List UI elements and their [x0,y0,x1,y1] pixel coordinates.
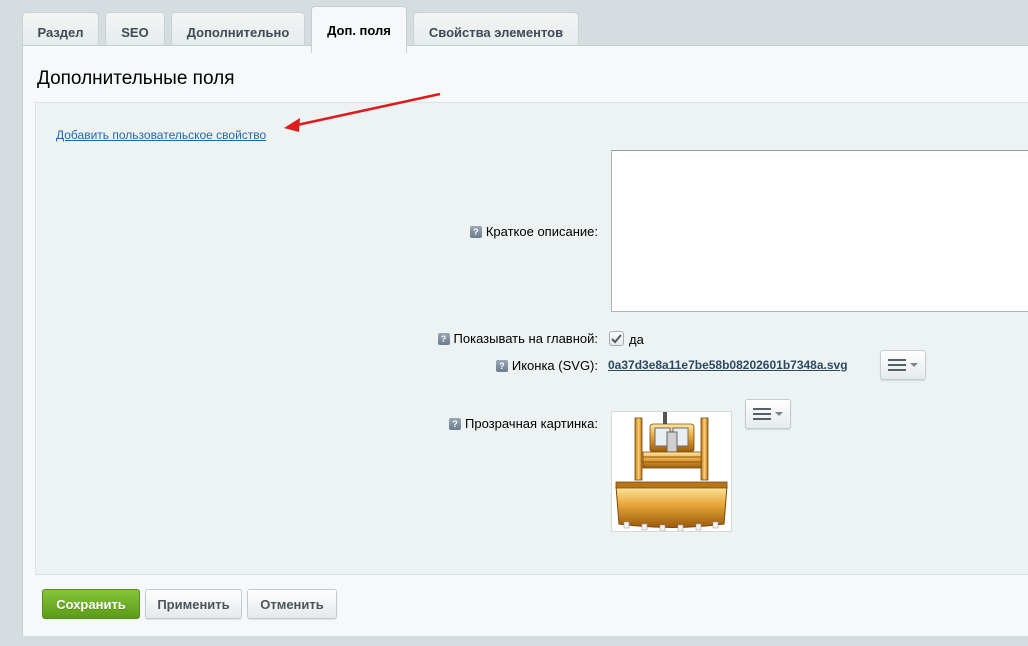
main-panel: Дополнительные поля Добавить пользовател… [22,45,1028,636]
short-description-textarea[interactable] [611,150,1028,312]
cancel-button[interactable]: Отменить [247,589,337,619]
help-icon[interactable]: ? [449,417,462,430]
transparent-image-menu-button[interactable] [745,399,791,429]
transparent-image-preview[interactable] [611,411,732,532]
field-label: Показывать на главной: [453,331,598,346]
menu-icon [753,408,771,420]
tab-label: Дополнительно [186,25,290,40]
help-icon[interactable]: ? [495,359,508,372]
tab-label: Раздел [37,25,84,40]
show-on-main-label: ? Показывать на главной: [437,331,598,346]
transparent-image-label: ? Прозрачная картинка: [449,416,598,431]
tab-label: SEO [121,25,149,40]
checkbox-yes-label: да [629,332,644,347]
tab-extra-fields[interactable]: Доп. поля [311,6,407,53]
field-label: Прозрачная картинка: [465,416,598,431]
field-label: Краткое описание: [485,224,598,239]
show-on-main-checkbox[interactable] [609,331,624,346]
add-custom-property-link[interactable]: Добавить пользовательское свойство [56,128,266,142]
chevron-down-icon [775,412,783,416]
checkmark-icon [611,333,622,343]
page-title: Дополнительные поля [37,68,235,89]
field-label: Иконка (SVG): [511,358,598,373]
save-button[interactable]: Сохранить [42,589,140,619]
icon-svg-menu-button[interactable] [880,350,926,380]
icon-svg-file-link[interactable]: 0a37d3e8a11e7be58b08202601b7348a.svg [608,358,848,372]
help-icon[interactable]: ? [469,225,482,238]
short-description-label: ? Краткое описание: [469,224,598,239]
tab-label: Свойства элементов [428,25,564,40]
help-icon[interactable]: ? [437,332,450,345]
fields-section: Добавить пользовательское свойство ? Кра… [35,102,1028,575]
icon-svg-label: ? Иконка (SVG): [495,358,598,373]
apply-button[interactable]: Применить [145,589,242,619]
menu-icon [888,359,906,371]
tab-label: Доп. поля [327,22,391,38]
bulldozer-image [615,412,728,532]
chevron-down-icon [910,363,918,367]
